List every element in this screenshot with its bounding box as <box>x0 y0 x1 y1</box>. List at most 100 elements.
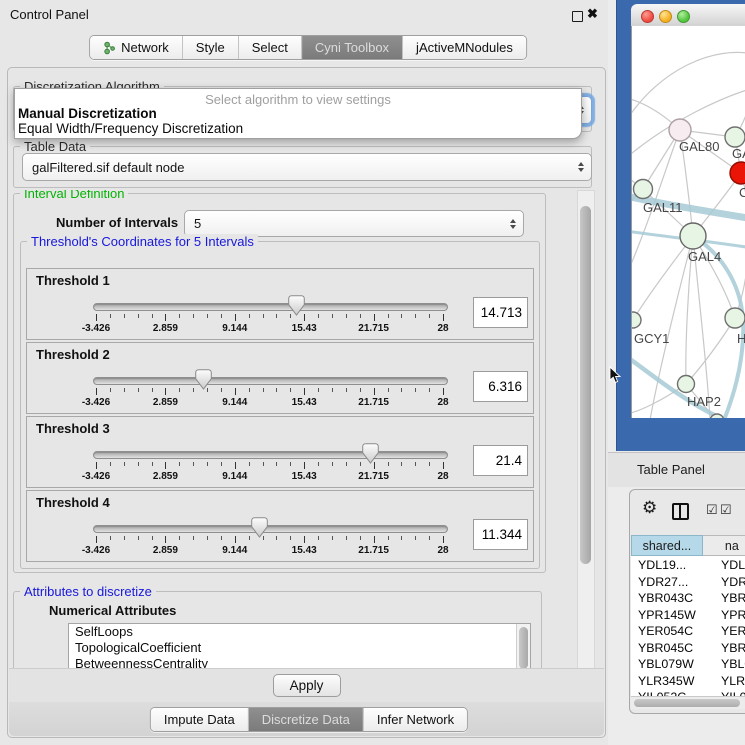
tick-label: 15.43 <box>274 323 334 334</box>
combo-arrows-icon <box>510 219 516 229</box>
table-data-combo-value: galFiltered.sif default node <box>32 160 184 175</box>
tab-network[interactable]: Network <box>90 36 183 59</box>
combo-arrows-icon <box>578 162 584 172</box>
dropdown-item-manual[interactable]: Manual Discretization <box>18 106 157 121</box>
network-node[interactable] <box>634 180 653 199</box>
application-window: Control Panel ✖ NetworkStyleSelectCyni T… <box>0 0 745 745</box>
cell-shared-name: YBL079W <box>631 657 715 674</box>
tab-style[interactable]: Style <box>183 36 239 59</box>
table-row[interactable]: YER054CYER0 <box>631 624 745 641</box>
tick-label: 2.859 <box>135 471 195 482</box>
num-intervals-label: Number of Intervals <box>56 215 178 230</box>
table-row[interactable]: YDL19...YDL1 <box>631 558 745 575</box>
network-node[interactable] <box>669 119 691 141</box>
slider-handle[interactable] <box>195 369 212 390</box>
slider-handle[interactable] <box>251 517 268 538</box>
slider-handle[interactable] <box>362 443 379 464</box>
scrollbar-thumb[interactable] <box>580 206 591 564</box>
threshold-label: Threshold 2 <box>36 347 110 362</box>
threshold-value-field[interactable]: 11.344 <box>473 519 528 550</box>
control-panel: Control Panel ✖ NetworkStyleSelectCyni T… <box>0 0 608 745</box>
tab-select[interactable]: Select <box>239 36 302 59</box>
threshold-value-field[interactable]: 21.4 <box>473 445 528 476</box>
attributes-list-scrollbar[interactable] <box>516 624 530 668</box>
columns-icon[interactable] <box>672 503 689 520</box>
network-node[interactable] <box>725 127 745 147</box>
close-icon[interactable]: ✖ <box>587 6 598 22</box>
tick-label: -3.426 <box>66 397 126 408</box>
cell-shared-name: YPR145W <box>631 608 715 625</box>
threshold-label: Threshold 4 <box>36 495 110 510</box>
slider-track[interactable] <box>93 303 448 311</box>
attribute-item[interactable]: BetweennessCentrality <box>69 656 530 668</box>
tab-discretize-data[interactable]: Discretize Data <box>249 708 364 731</box>
table-row[interactable]: YBR043CYBR0 <box>631 591 745 608</box>
table-row[interactable]: YBR045CYBR0 <box>631 641 745 658</box>
horizontal-scrollbar[interactable] <box>631 696 745 709</box>
tick-label: 21.715 <box>344 471 404 482</box>
slider-handle[interactable] <box>288 295 305 316</box>
apply-button[interactable]: Apply <box>273 674 341 697</box>
cell-name: YDL1 <box>715 558 745 575</box>
dropdown-prompt: Select algorithm to view settings <box>15 92 581 107</box>
tick-label: 2.859 <box>135 323 195 334</box>
tick-label: 15.43 <box>274 471 334 482</box>
network-icon <box>103 41 116 55</box>
table-data-combo[interactable]: galFiltered.sif default node <box>22 153 592 181</box>
network-node[interactable] <box>725 308 745 328</box>
apply-strip: Apply <box>9 668 604 702</box>
attribute-item[interactable]: TopologicalCoefficient <box>69 640 530 656</box>
network-window-titlebar[interactable] <box>631 4 745 27</box>
scrollbar-thumb[interactable] <box>634 699 740 707</box>
numerical-attributes-label: Numerical Attributes <box>49 603 176 618</box>
tab-label: jActiveMNodules <box>416 40 513 55</box>
node-label: GA <box>732 146 745 161</box>
threshold-panel: Threshold 4-3.4262.8599.14415.4321.71528… <box>26 490 534 562</box>
checkbox-icon[interactable]: ☑ <box>706 503 718 516</box>
slider-track[interactable] <box>93 451 448 459</box>
network-node[interactable] <box>680 223 706 249</box>
table-row[interactable]: YPR145WYPR1 <box>631 608 745 625</box>
network-node[interactable] <box>678 376 695 393</box>
tab-cyni-toolbox[interactable]: Cyni Toolbox <box>302 36 403 59</box>
bottom-tab-bar: Impute DataDiscretize DataInfer Network <box>150 707 468 732</box>
threshold-value-field[interactable]: 6.316 <box>473 371 528 402</box>
settings-scroll-area: Interval Definition Number of Intervals … <box>8 190 576 668</box>
thresholds-group-title: Threshold's Coordinates for 5 Intervals <box>27 234 258 249</box>
tick-label: 9.144 <box>205 545 265 556</box>
dropdown-item-equal-width[interactable]: Equal Width/Frequency Discretization <box>18 121 243 136</box>
table-row[interactable]: YBL079WYBL0 <box>631 657 745 674</box>
network-canvas[interactable]: GAL80GACGAL11GAL4GCY1HHAP2 <box>631 26 745 418</box>
attributes-list[interactable]: SelfLoopsTopologicalCoefficientBetweenne… <box>68 623 531 668</box>
table-panel: ⚙ ☑ ☑ shared... na YDL19...YDL1YDR27...Y… <box>629 489 745 714</box>
network-node[interactable] <box>631 312 641 328</box>
network-view-window: GAL80GACGAL11GAL4GCY1HHAP2 <box>616 0 745 451</box>
tab-jactivemnodules[interactable]: jActiveMNodules <box>403 36 526 59</box>
zoom-traffic-light[interactable] <box>677 10 690 23</box>
tick-label: 15.43 <box>274 397 334 408</box>
node-label: GAL80 <box>679 139 719 154</box>
tick-label: 28 <box>413 397 473 408</box>
slider-track[interactable] <box>93 377 448 385</box>
checkbox-icon[interactable]: ☑ <box>720 503 732 516</box>
threshold-value-field[interactable]: 14.713 <box>473 297 528 328</box>
attribute-item[interactable]: SelfLoops <box>69 624 530 640</box>
tick-label: 21.715 <box>344 545 404 556</box>
vertical-scrollbar[interactable] <box>577 190 595 669</box>
gear-icon[interactable]: ⚙ <box>642 498 657 518</box>
minimize-traffic-light[interactable] <box>659 10 672 23</box>
table-body[interactable]: YDL19...YDL1YDR27...YDR2YBR043CYBR0YPR14… <box>631 556 745 696</box>
network-node[interactable] <box>730 162 745 184</box>
float-window-icon[interactable] <box>572 11 583 22</box>
num-intervals-combo[interactable]: 5 <box>184 210 524 237</box>
tab-impute-data[interactable]: Impute Data <box>151 708 249 731</box>
slider-track[interactable] <box>93 525 448 533</box>
column-header-name[interactable]: na <box>703 535 745 556</box>
tab-infer-network[interactable]: Infer Network <box>364 708 467 731</box>
cell-shared-name: YLR345W <box>631 674 715 691</box>
column-header-shared-name[interactable]: shared... <box>631 535 703 556</box>
tick-label: 15.43 <box>274 545 334 556</box>
close-traffic-light[interactable] <box>641 10 654 23</box>
table-row[interactable]: YLR345WYLR3 <box>631 674 745 691</box>
table-row[interactable]: YDR27...YDR2 <box>631 575 745 592</box>
